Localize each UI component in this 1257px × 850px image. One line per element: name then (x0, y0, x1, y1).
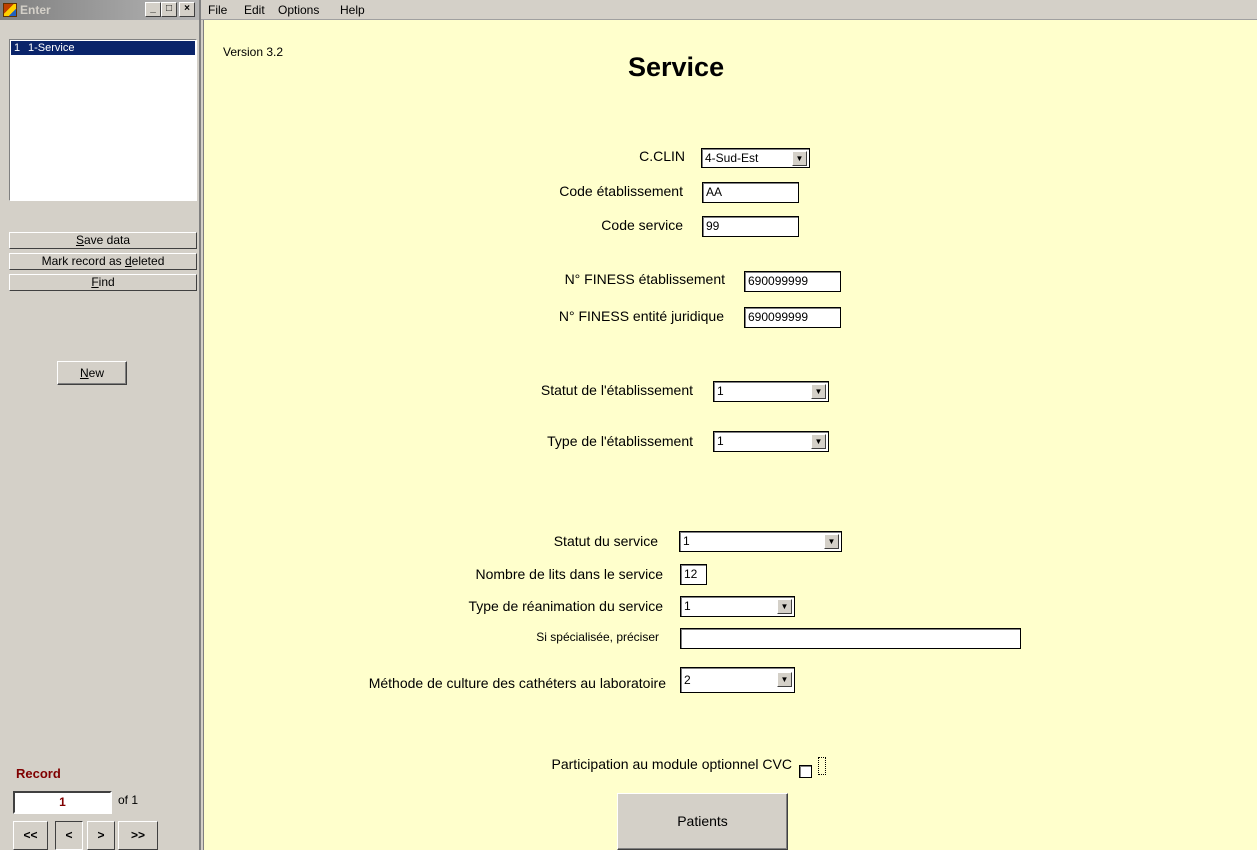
find-button[interactable]: Find (9, 274, 197, 291)
type-etablissement-label: Type de l'établissement (547, 433, 693, 449)
code-etablissement-field[interactable]: AA (702, 182, 799, 203)
methode-culture-label: Méthode de culture des cathéters au labo… (368, 675, 666, 691)
statut-etablissement-value: 1 (717, 384, 724, 398)
page-title: Service (628, 52, 725, 82)
save-data-label: ave data (83, 233, 131, 247)
statut-service-select[interactable]: 1 ▼ (679, 531, 842, 552)
focus-indicator (818, 757, 826, 775)
maximize-button[interactable]: □ (161, 2, 177, 17)
mark-deleted-label-pre: Mark record as (41, 254, 125, 268)
new-accesskey: N (79, 366, 89, 380)
list-item-label: 1-Service (28, 42, 75, 54)
finess-etablissement-label: N° FINESS établissement (564, 271, 725, 287)
code-service-label: Code service (601, 217, 683, 233)
methode-culture-value: 2 (684, 673, 691, 687)
menu-bar: File Edit Options Help (201, 0, 1257, 20)
type-reanimation-select[interactable]: 1 ▼ (680, 596, 795, 617)
menu-options[interactable]: Options (278, 3, 319, 17)
mark-deleted-button[interactable]: Mark record as deleted (9, 253, 197, 270)
type-reanimation-label: Type de réanimation du service (468, 598, 663, 614)
statut-service-value: 1 (683, 534, 690, 548)
window-titlebar: Enter _ □ × (0, 0, 199, 20)
new-record-button[interactable]: New (57, 361, 127, 385)
finess-etablissement-field[interactable]: 690099999 (744, 271, 841, 292)
next-record-button[interactable]: > (87, 821, 115, 850)
chevron-down-icon[interactable]: ▼ (811, 434, 826, 449)
record-list[interactable]: 1 1-Service (9, 39, 197, 201)
finess-juridique-field[interactable]: 690099999 (744, 307, 841, 328)
code-service-field[interactable]: 99 (702, 216, 799, 237)
find-accesskey: F (91, 275, 99, 289)
cvc-checkbox[interactable] (799, 765, 812, 778)
statut-etablissement-label: Statut de l'établissement (540, 382, 693, 398)
minimize-button[interactable]: _ (145, 2, 161, 17)
menu-file[interactable]: File (208, 3, 227, 17)
cclin-label: C.CLIN (639, 148, 685, 164)
chevron-down-icon[interactable]: ▼ (777, 599, 792, 614)
record-label: Record (16, 766, 61, 781)
service-form: Version 3.2 Service C.CLIN 4-Sud-Est ▼ C… (203, 20, 1257, 850)
menu-edit[interactable]: Edit (244, 3, 265, 17)
window-title: Enter (20, 3, 51, 17)
version-label: Version 3.2 (223, 45, 284, 59)
save-data-button[interactable]: Save data (9, 232, 197, 249)
previous-record-button[interactable]: < (55, 821, 83, 850)
app-icon (3, 3, 17, 17)
record-number-input[interactable]: 1 (13, 791, 112, 814)
specialisee-field[interactable] (680, 628, 1021, 649)
type-etablissement-select[interactable]: 1 ▼ (713, 431, 829, 452)
specialisee-label: Si spécialisée, préciser (536, 630, 659, 644)
cvc-label: Participation au module optionnel CVC (551, 756, 792, 772)
new-label: ew (88, 366, 104, 380)
list-item[interactable]: 1 1-Service (11, 41, 195, 55)
code-etablissement-label: Code établissement (559, 183, 683, 199)
finess-juridique-label: N° FINESS entité juridique (558, 308, 724, 324)
chevron-down-icon[interactable]: ▼ (777, 672, 792, 687)
cclin-select[interactable]: 4-Sud-Est ▼ (701, 148, 810, 168)
chevron-down-icon[interactable]: ▼ (824, 534, 839, 549)
methode-culture-select[interactable]: 2 ▼ (680, 667, 795, 693)
chevron-down-icon[interactable]: ▼ (811, 384, 826, 399)
nombre-lits-field[interactable]: 12 (680, 564, 707, 585)
patients-button[interactable]: Patients (617, 793, 788, 850)
find-label: ind (98, 275, 115, 289)
chevron-down-icon[interactable]: ▼ (792, 151, 807, 166)
last-record-button[interactable]: >> (118, 821, 158, 850)
type-etablissement-value: 1 (717, 434, 724, 448)
nombre-lits-label: Nombre de lits dans le service (475, 566, 663, 582)
left-panel: Enter _ □ × 1 1-Service Save data Mark r… (0, 0, 201, 850)
statut-etablissement-select[interactable]: 1 ▼ (713, 381, 829, 402)
menu-help[interactable]: Help (340, 3, 365, 17)
mark-deleted-accesskey: d (124, 254, 132, 268)
save-data-accesskey: S (75, 233, 84, 247)
list-item-number: 1 (14, 42, 21, 54)
record-count: of 1 (118, 793, 139, 807)
type-reanimation-value: 1 (684, 599, 691, 613)
mark-deleted-label: eleted (131, 254, 165, 268)
first-record-button[interactable]: << (13, 821, 48, 850)
close-button[interactable]: × (179, 2, 195, 17)
statut-service-label: Statut du service (553, 533, 658, 549)
cclin-value: 4-Sud-Est (705, 151, 759, 165)
